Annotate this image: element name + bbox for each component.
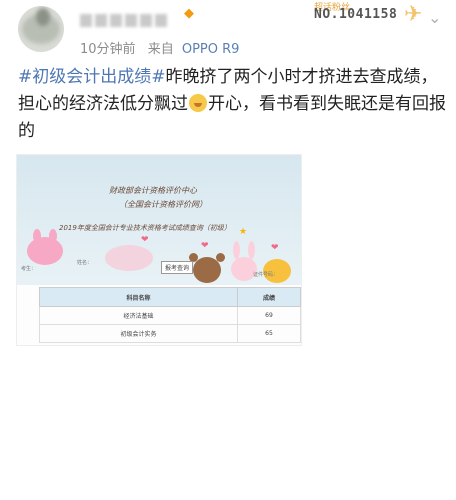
source-prefix: 来自 [147,42,174,57]
post-meta: 10分钟前 来自 OPPO R9 [80,38,239,57]
post-time: 10分钟前 [80,42,136,57]
image-title-line1: 财政部会计资格评价中心 [109,186,197,195]
star-icon: ★ [239,227,248,237]
laugh-emoji-icon [189,94,207,112]
weibo-post: ◆ 10分钟前 来自 OPPO R9 超话粉丝 NO.1041158 ✈ ⌄ #… [0,0,456,500]
query-link: 报考查询 [161,261,194,274]
device-name[interactable]: OPPO R9 [182,42,240,57]
image-header-band [17,155,301,285]
heart-icon: ❤ [271,243,279,253]
avatar[interactable] [18,6,64,52]
table-row: 经济法基础 69 [39,306,301,325]
bunny-sticker-icon [27,237,63,265]
chevron-down-icon[interactable]: ⌄ [428,8,441,27]
fan-card[interactable]: 超话粉丝 NO.1041158 ✈ [300,0,426,27]
post-image[interactable]: 财政部会计资格评价中心 （全国会计资格评价网） 2019年度全国会计专业技术资格… [16,154,302,346]
topic-link[interactable]: #初级会计出成绩# [18,67,166,87]
table-cell: 65 [237,324,301,343]
paper-plane-icon: ✈ [404,2,423,27]
table-row: 初级会计实务 65 [39,324,301,343]
table-cell: 69 [237,306,301,325]
fan-card-number: NO.1041158 [314,7,398,22]
mid-note: 姓名： [77,260,93,266]
left-note: 考生： [21,266,37,272]
table-header: 科目名称 [39,287,238,307]
right-note: 证件号码： [253,272,279,278]
heart-icon: ❤ [201,241,209,251]
image-title-line3: 2019年度全国会计专业技术资格考试成绩查询（初级） [59,224,231,232]
table-cell: 经济法基础 [39,306,238,325]
cat-sticker-icon [105,245,153,271]
vip-badge-icon: ◆ [184,6,194,21]
heart-icon: ❤ [141,235,149,245]
post-text: #初级会计出成绩#昨晚挤了两个小时才挤进去查成绩，担心的经济法低分飘过 开心，看书… [18,64,448,145]
table-cell: 初级会计实务 [39,324,238,343]
score-table: 科目名称 成绩 经济法基础 69 初级会计实务 65 [39,287,301,343]
table-header: 成绩 [237,287,301,307]
image-title-line2: （全国会计资格评价网） [119,200,207,209]
